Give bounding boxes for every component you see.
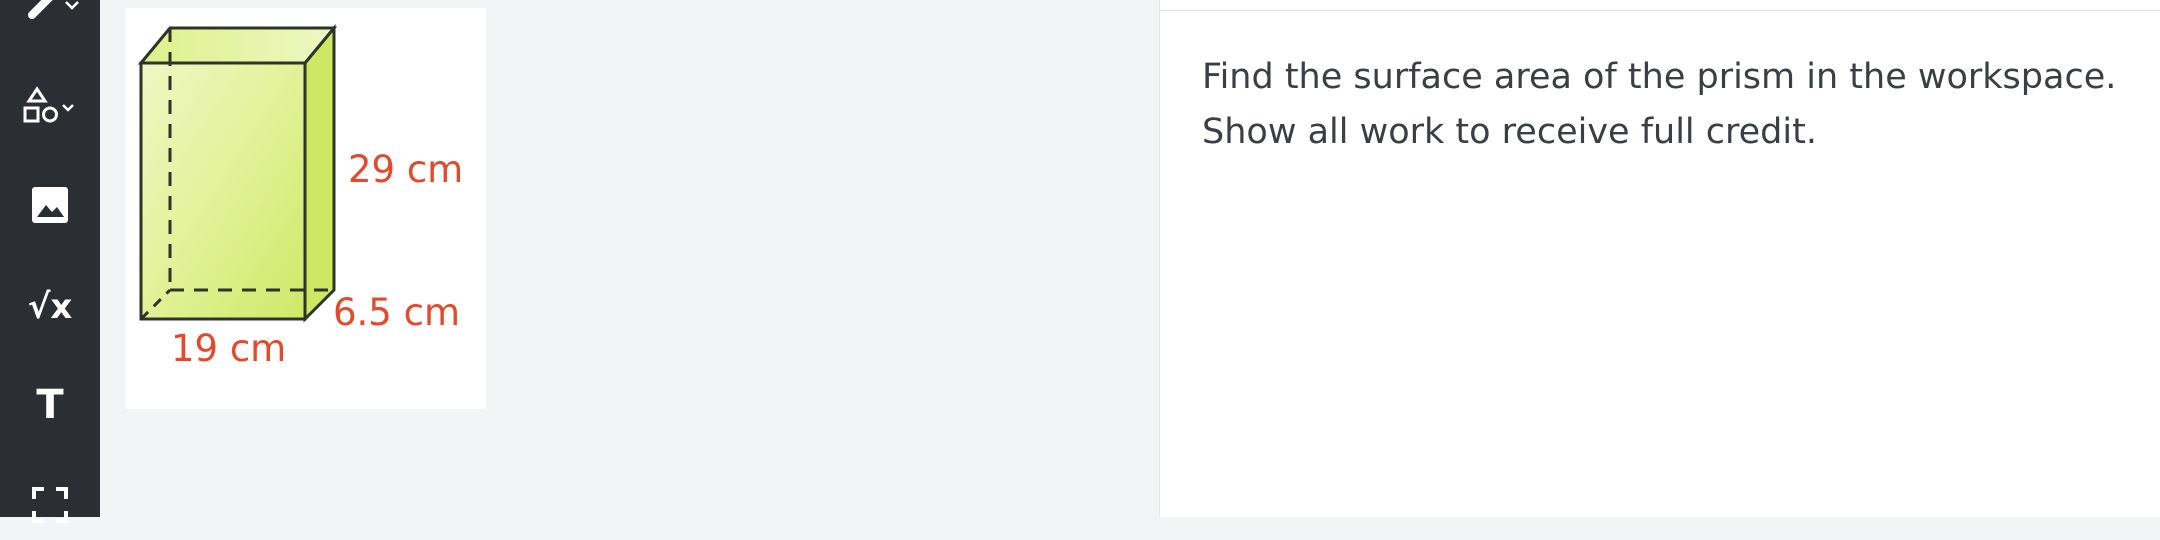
pen-icon xyxy=(28,0,79,19)
height-label: 29 cm xyxy=(348,148,463,191)
question-line-1: Find the surface area of the prism in th… xyxy=(1202,57,2117,97)
question-prompt: Find the surface area of the prism in th… xyxy=(1202,50,2132,160)
chevron-down-icon xyxy=(65,1,79,10)
dashed-select-icon xyxy=(32,487,68,523)
question-line-2: Show all work to receive full credit. xyxy=(1202,112,1817,152)
math-tool-button[interactable]: √x xyxy=(0,272,100,342)
text-tool-button[interactable]: T xyxy=(0,370,100,440)
divider xyxy=(1160,10,2160,11)
prism-front-face xyxy=(139,61,307,321)
depth-label: 6.5 cm xyxy=(333,291,460,334)
drawing-toolbar: √x T xyxy=(0,0,100,523)
shapes-tool-button[interactable] xyxy=(0,70,100,140)
chevron-down-icon xyxy=(62,104,74,112)
width-label: 19 cm xyxy=(171,327,286,370)
pen-tool-button[interactable] xyxy=(0,0,100,35)
image-icon xyxy=(32,187,68,223)
prism-figure: 29 cm 6.5 cm 19 cm xyxy=(126,8,486,409)
rectangular-prism-diagram: 29 cm 6.5 cm 19 cm xyxy=(137,23,463,370)
select-tool-button[interactable] xyxy=(0,470,100,540)
prism-side-face xyxy=(303,23,336,323)
text-t-icon: T xyxy=(36,382,64,428)
shapes-icon xyxy=(23,86,74,123)
image-tool-button[interactable] xyxy=(0,170,100,240)
sqrt-x-icon: √x xyxy=(27,287,73,327)
question-panel: Find the surface area of the prism in th… xyxy=(1159,0,2160,517)
